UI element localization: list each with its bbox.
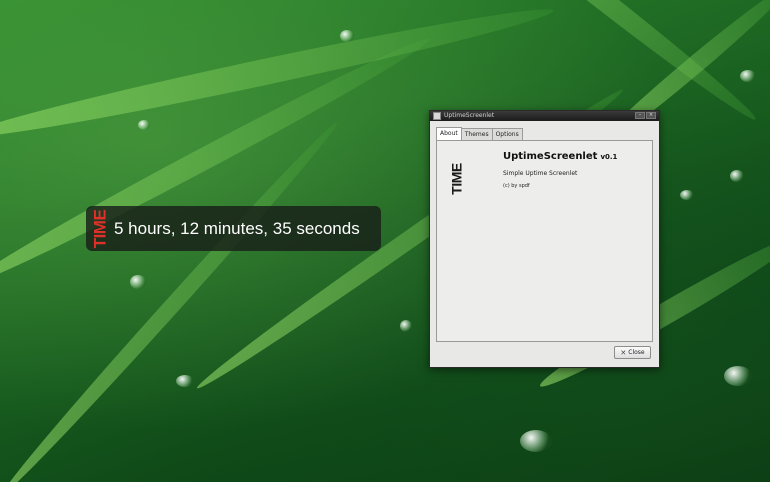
- window-icon: [433, 112, 441, 120]
- time-logo-text: TIME: [90, 209, 110, 248]
- app-name: UptimeScreenlet v0.1: [503, 151, 617, 162]
- about-panel: TIME UptimeScreenlet v0.1 Simple Uptime S…: [436, 140, 653, 342]
- close-button[interactable]: ✕ Close: [614, 346, 651, 359]
- time-logo: TIME: [88, 206, 112, 251]
- window-title: UptimeScreenlet: [444, 112, 495, 119]
- window-titlebar[interactable]: UptimeScreenlet – ×: [430, 111, 659, 121]
- uptime-widget[interactable]: TIME 5 hours, 12 minutes, 35 seconds: [86, 206, 381, 251]
- app-description: Simple Uptime Screenlet: [503, 170, 578, 177]
- uptime-text: 5 hours, 12 minutes, 35 seconds: [114, 218, 360, 238]
- app-copyright: (c) by spdf: [503, 183, 530, 189]
- app-name-text: UptimeScreenlet: [503, 151, 598, 162]
- about-logo-text: TIME: [449, 163, 466, 195]
- close-button-label: Close: [628, 349, 645, 356]
- app-version: v0.1: [600, 153, 618, 161]
- window-close-button[interactable]: ×: [646, 112, 656, 119]
- close-icon: ✕: [620, 348, 627, 357]
- window-controls: – ×: [635, 112, 656, 119]
- uptime-screenlet-window[interactable]: UptimeScreenlet – × About Themes Options…: [429, 110, 660, 368]
- about-logo: TIME: [447, 161, 467, 197]
- minimize-button[interactable]: –: [635, 112, 645, 119]
- tab-about[interactable]: About: [436, 127, 462, 141]
